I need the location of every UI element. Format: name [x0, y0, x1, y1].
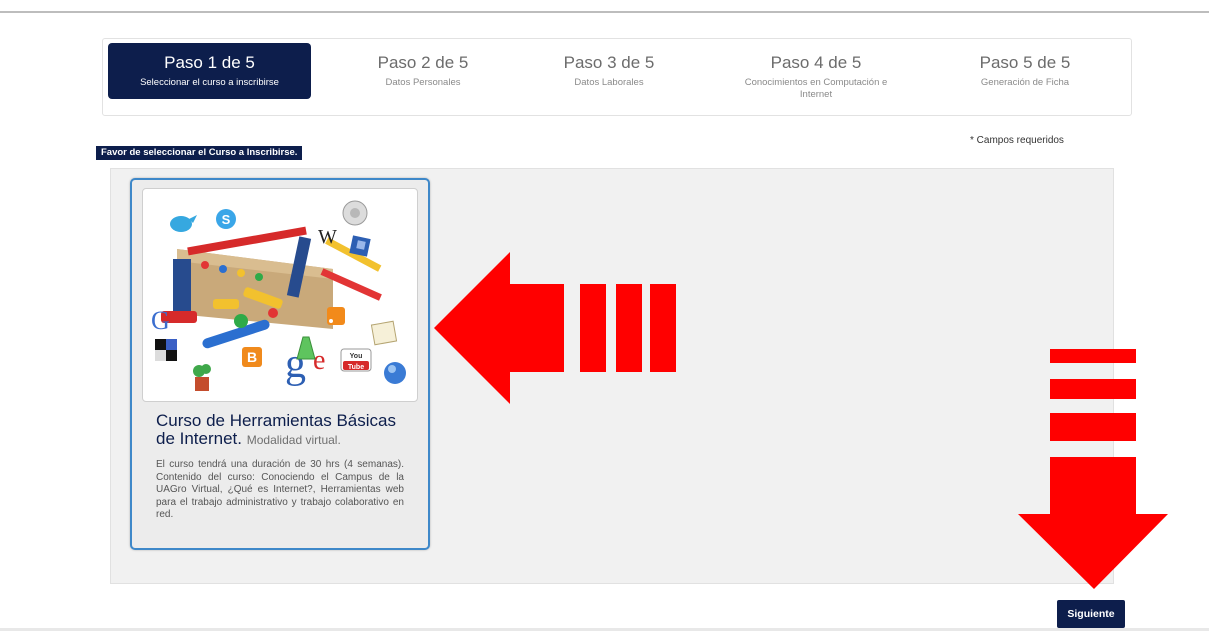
svg-text:You: You: [350, 353, 363, 360]
step-5-subtitle: Generación de Ficha: [980, 77, 1070, 88]
step-2-subtitle: Datos Personales: [385, 77, 461, 88]
blogger-icon: B: [242, 347, 262, 367]
rss-icon: [327, 307, 345, 325]
delicious-icon: [349, 235, 371, 257]
w-icon: W: [318, 226, 337, 248]
youtube-icon: You Tube: [340, 348, 372, 372]
wikipedia-icon: [342, 200, 368, 226]
step-5: Paso 5 de 5 Generación de Ficha: [935, 43, 1115, 99]
step-4-title: Paso 4 de 5: [770, 53, 862, 72]
skype-icon: S: [216, 209, 236, 229]
svg-text:B: B: [247, 349, 257, 365]
step-1-title: Paso 1 de 5: [164, 53, 255, 72]
twitter-icon: [170, 215, 197, 232]
step-4-subtitle: Conocimientos en Computación e Internet: [744, 77, 888, 100]
step-1-subtitle: Seleccionar el curso a inscribirse: [140, 77, 279, 88]
svg-text:S: S: [222, 212, 231, 227]
step-3-title: Paso 3 de 5: [563, 53, 655, 72]
step-2-title: Paso 2 de 5: [377, 53, 469, 72]
course-image: S W G B g e You Tube: [142, 188, 418, 402]
instruction-label: Favor de seleccionar el Curso a Inscribi…: [96, 146, 303, 160]
course-description: El curso tendrá una duración de 30 hrs (…: [156, 459, 404, 520]
step-5-title: Paso 5 de 5: [979, 53, 1071, 72]
delicious-square-icon: [155, 339, 177, 361]
svg-text:Tube: Tube: [348, 364, 364, 371]
step-3-subtitle: Datos Laborales: [574, 77, 644, 88]
step-progress-bar: Paso 1 de 5 Seleccionar el curso a inscr…: [102, 38, 1132, 116]
left-arrow-icon: [434, 252, 676, 404]
plant-icon: [193, 364, 211, 391]
down-arrow-icon: [1018, 349, 1168, 589]
google-e-icon: e: [313, 345, 325, 376]
google-icon: G: [151, 306, 170, 335]
course-title: Curso de Herramientas Básicas de Interne…: [156, 412, 416, 449]
top-divider: [0, 11, 1209, 13]
chrome-globe-icon: [384, 362, 406, 384]
course-modality: Modalidad virtual.: [246, 433, 341, 447]
step-3: Paso 3 de 5 Datos Laborales: [519, 43, 699, 99]
step-4: Paso 4 de 5 Conocimientos en Computación…: [726, 43, 906, 100]
next-button[interactable]: Siguiente: [1057, 600, 1125, 628]
toolbox-icon: S W G B g e You Tube: [151, 200, 406, 391]
note-icon: [370, 320, 398, 346]
step-1: Paso 1 de 5 Seleccionar el curso a inscr…: [108, 43, 311, 99]
step-2: Paso 2 de 5 Datos Personales: [333, 43, 513, 99]
required-fields-note: * Campos requeridos: [970, 135, 1064, 146]
